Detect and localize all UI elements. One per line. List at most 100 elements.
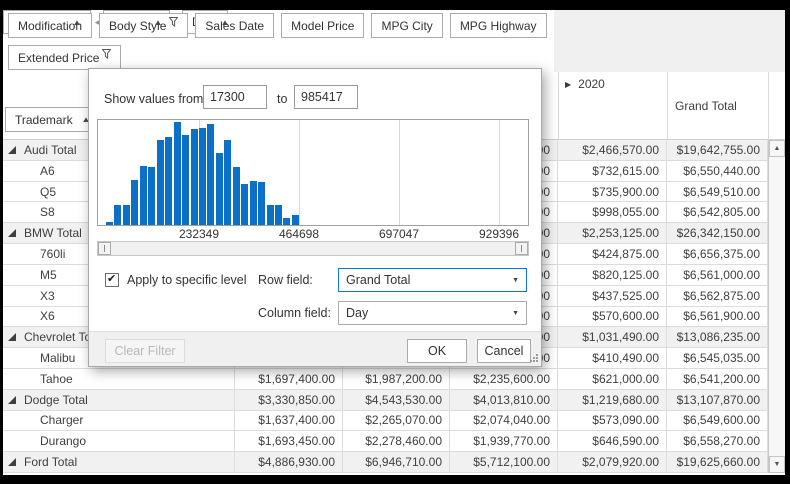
value-cell: $13,107,870.00: [667, 390, 768, 410]
row-header-dodge-total[interactable]: Dodge Total: [3, 390, 235, 410]
year-header-label: 2020: [578, 77, 605, 91]
value-cell: $1,939,770.00: [450, 431, 558, 451]
filter-active-icon: [169, 17, 178, 27]
field-panel: ModificationBody StyleSales DateModel Pr…: [3, 10, 785, 72]
ok-button[interactable]: OK: [407, 339, 467, 363]
value-filter-dialog: Show values from to ✔ Apply to specific …: [88, 68, 542, 367]
histogram-bar: [250, 181, 257, 225]
clear-filter-button[interactable]: Clear Filter: [105, 339, 185, 363]
value-cell: $621,000.00: [558, 369, 667, 389]
histogram-bar: [157, 140, 164, 225]
histogram-bar: [241, 184, 248, 225]
row-field-combobox[interactable]: Grand Total ▼: [338, 268, 527, 292]
range-slider-track[interactable]: [97, 241, 529, 256]
value-cell: $573,090.00: [558, 411, 667, 431]
value-cell: $424,875.00: [558, 244, 667, 264]
value-cell: $570,600.00: [558, 307, 667, 327]
value-cell: $2,079,920.00: [558, 452, 667, 472]
filter-to-input[interactable]: [294, 85, 358, 109]
value-cell: $1,219,680.00: [558, 390, 667, 410]
column-area-panel: [554, 10, 785, 73]
vertical-scrollbar[interactable]: ▲ ▼: [768, 140, 785, 473]
axis-tick-label: 697047: [369, 227, 429, 241]
table-row: Ford Total$4,886,930.00$6,946,710.00$5,7…: [3, 452, 768, 473]
histogram-bar: [148, 167, 155, 225]
value-cell: $19,642,755.00: [667, 140, 768, 160]
row-header-tahoe[interactable]: Tahoe: [3, 369, 235, 389]
scroll-up-button[interactable]: ▲: [769, 140, 785, 157]
row-header-durango[interactable]: Durango: [3, 431, 235, 451]
value-cell: $6,542,805.00: [667, 202, 768, 222]
table-row: Dodge Total$3,330,850.00$4,543,530.00$4,…: [3, 390, 768, 411]
cancel-button[interactable]: Cancel: [477, 339, 531, 363]
sort-asc-icon: ▲: [154, 18, 164, 27]
field-label: Model Price: [291, 19, 354, 33]
expanded-group-icon[interactable]: [8, 146, 16, 154]
field-label: MPG City: [381, 19, 432, 33]
row-label: Q5: [40, 185, 56, 199]
value-cell: $1,031,490.00: [558, 327, 667, 347]
row-field-trademark[interactable]: Trademark ▲: [5, 107, 97, 132]
axis-tick-label: 464698: [269, 227, 329, 241]
filter-fields-row: ModificationBody StyleSales DateModel Pr…: [8, 13, 547, 38]
value-cell: $2,278,460.00: [343, 431, 450, 451]
apply-to-specific-level-checkbox[interactable]: ✔: [105, 273, 119, 287]
row-label: Audi Total: [24, 143, 76, 157]
histogram-bar: [216, 153, 223, 225]
row-header-charger[interactable]: Charger: [3, 411, 235, 431]
row-header-ford-total[interactable]: Ford Total: [3, 452, 235, 472]
row-label: Durango: [40, 434, 86, 448]
range-slider-right-handle[interactable]: [515, 242, 528, 255]
filter-field-body-style[interactable]: Body Style: [99, 13, 188, 38]
dialog-footer: Clear Filter OK Cancel: [89, 331, 541, 366]
column-separator: [667, 72, 668, 140]
filter-from-input[interactable]: [203, 85, 267, 109]
filter-field-mpg-city[interactable]: MPG City: [371, 13, 442, 38]
value-cell: $2,253,125.00: [558, 223, 667, 243]
expanded-group-icon[interactable]: [8, 333, 16, 341]
value-cell: $6,946,710.00: [343, 452, 450, 472]
range-slider-left-handle[interactable]: [98, 242, 111, 255]
expanded-group-icon[interactable]: [8, 396, 16, 404]
filter-field-mpg-highway[interactable]: MPG Highway: [450, 13, 547, 38]
row-field-label: Row field:: [258, 273, 313, 287]
value-cell: $6,562,875.00: [667, 286, 768, 306]
check-icon: ✔: [107, 272, 116, 285]
value-cell: $6,561,000.00: [667, 265, 768, 285]
histogram-bar: [123, 205, 130, 225]
column-separator: [558, 72, 559, 140]
histogram-bar: [233, 167, 240, 225]
scroll-down-button[interactable]: ▼: [769, 456, 785, 473]
value-cell: $1,637,400.00: [235, 411, 343, 431]
value-cell: $4,013,810.00: [450, 390, 558, 410]
histogram-bar: [165, 137, 172, 225]
axis-tick-label: 232349: [169, 227, 229, 241]
value-cell: $1,697,400.00: [235, 369, 343, 389]
row-label: S8: [40, 205, 55, 219]
value-cell: $2,265,070.00: [343, 411, 450, 431]
histogram-bar: [114, 205, 121, 225]
value-cell: $6,549,600.00: [667, 411, 768, 431]
table-row: Tahoe$1,697,400.00$1,987,200.00$2,235,60…: [3, 369, 768, 390]
value-cell: $6,550,440.00: [667, 161, 768, 181]
filter-field-sales-date[interactable]: Sales Date: [195, 13, 274, 38]
expanded-group-icon[interactable]: [8, 229, 16, 237]
data-fields-row: Extended Price: [8, 45, 121, 70]
row-label: Ford Total: [24, 455, 77, 469]
dropdown-icon: ▼: [512, 310, 519, 317]
collapsed-group-icon[interactable]: ▶: [565, 80, 571, 89]
value-histogram: [97, 119, 529, 226]
column-header-2020[interactable]: ▶ 2020: [565, 77, 605, 91]
column-field-combobox[interactable]: Day ▼: [338, 301, 527, 325]
histogram-bar: [283, 218, 290, 225]
row-label: M5: [40, 268, 57, 282]
expanded-group-icon[interactable]: [8, 458, 16, 466]
row-label: Malibu: [40, 351, 75, 365]
column-header-grand-total[interactable]: Grand Total: [675, 99, 737, 113]
filter-active-icon: [102, 49, 111, 59]
resize-grip[interactable]: [529, 354, 538, 363]
filter-field-model-price[interactable]: Model Price: [281, 13, 364, 38]
data-field-extended-price[interactable]: Extended Price: [8, 45, 121, 70]
histogram-bar: [199, 128, 206, 225]
value-cell: $19,625,660.00: [667, 452, 768, 472]
